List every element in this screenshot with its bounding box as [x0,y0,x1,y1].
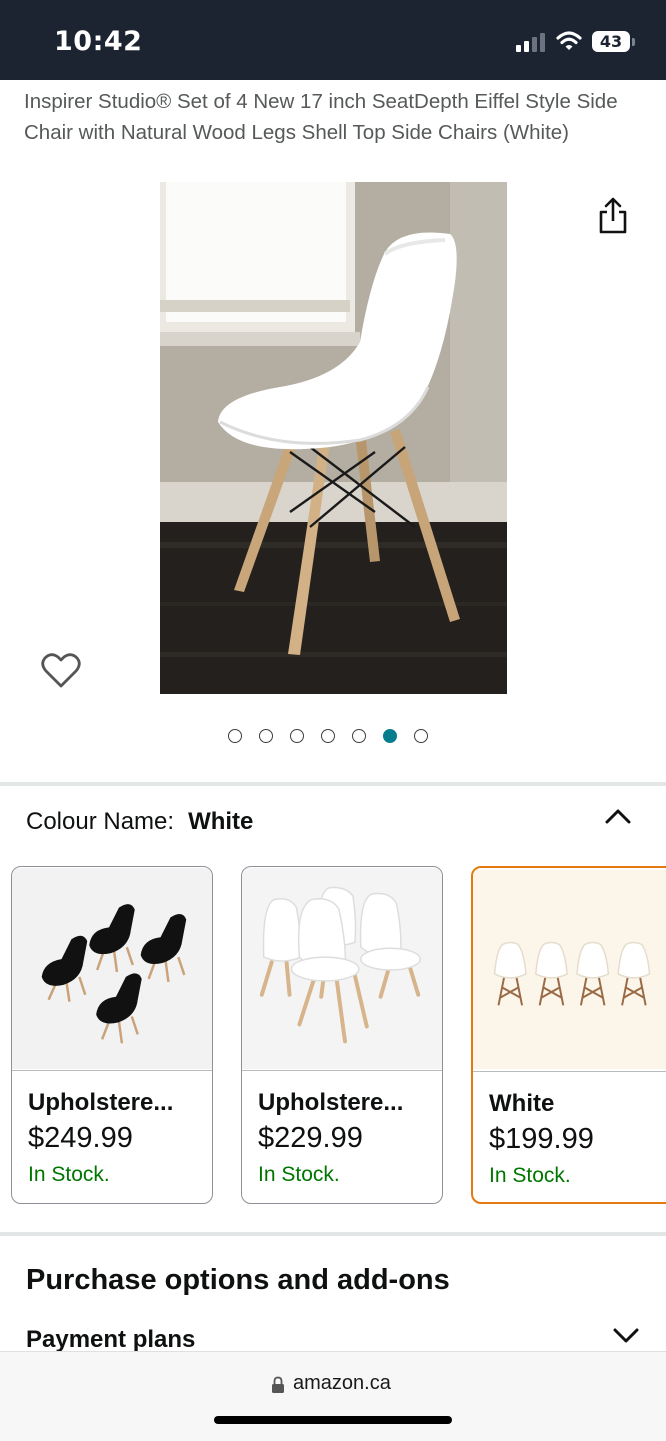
variant-name: Upholstere... [28,1089,174,1116]
status-bar: 10:42 43 [0,0,666,80]
variant-card[interactable]: Upholstere... $229.99 In Stock. [241,866,443,1204]
chevron-up-icon[interactable] [604,805,632,827]
product-title: Inspirer Studio® Set of 4 New 17 inch Se… [24,90,618,144]
variant-name: Upholstere... [258,1089,404,1116]
section-divider [0,782,666,786]
variant-stock: In Stock. [489,1164,571,1187]
product-photo [160,182,507,694]
status-time: 10:42 [54,26,143,57]
image-dot-active[interactable] [383,729,397,743]
heart-icon[interactable] [40,650,82,690]
image-dot[interactable] [290,729,304,743]
variant-price: $229.99 [258,1122,363,1154]
chevron-down-icon[interactable] [612,1326,640,1346]
variant-name: White [489,1090,555,1117]
purchase-options-heading: Purchase options and add-ons [26,1264,450,1296]
variant-stock: In Stock. [258,1163,340,1186]
variant-card-selected[interactable]: White $199.99 In Stock. [471,866,666,1204]
variant-image [473,868,666,1072]
colour-name-value: White [188,808,254,835]
variant-stock: In Stock. [28,1163,110,1186]
share-icon[interactable] [596,196,630,236]
variant-image [242,867,442,1071]
payment-plans-row[interactable]: Payment plans [26,1326,195,1354]
variant-image [12,867,212,1071]
product-image[interactable] [160,182,507,694]
variant-card[interactable]: Upholstere... $249.99 In Stock. [11,866,213,1204]
battery-icon: 43 [592,31,630,52]
variant-image-graphic [242,868,442,1069]
lock-icon [272,1376,284,1393]
colour-name-row: Colour Name: White [26,808,253,836]
variant-image-graphic [473,869,666,1070]
image-pagination [228,729,428,745]
variant-price: $199.99 [489,1123,594,1155]
image-dot[interactable] [321,729,335,743]
browser-url-bar[interactable] [0,1351,666,1441]
url-text[interactable]: amazon.ca [293,1372,391,1395]
battery-tip [632,38,635,46]
colour-name-label: Colour Name: [26,808,175,835]
image-dot[interactable] [352,729,366,743]
variant-image-graphic [12,868,212,1069]
section-divider [0,1232,666,1236]
wifi-icon [556,31,582,50]
home-indicator[interactable] [214,1416,452,1424]
image-dot[interactable] [259,729,273,743]
image-dot[interactable] [228,729,242,743]
signal-icon [516,33,545,52]
variant-price: $249.99 [28,1122,133,1154]
image-dot[interactable] [414,729,428,743]
